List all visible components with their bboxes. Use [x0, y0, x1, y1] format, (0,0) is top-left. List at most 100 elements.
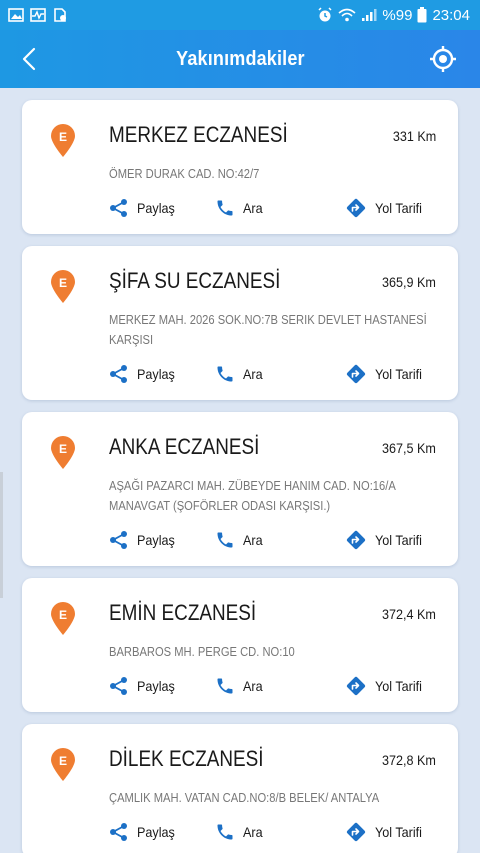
directions-icon	[346, 364, 366, 384]
share-button[interactable]: Paylaş	[109, 674, 179, 698]
pharmacy-distance: 372,8 Km	[382, 752, 436, 768]
edge-panel-handle[interactable]	[0, 472, 3, 598]
share-icon	[110, 531, 127, 549]
pharmacy-name: DİLEK ECZANESİ	[109, 746, 264, 771]
pharmacy-list: E MERKEZ ECZANESİ 331 Km ÖMER DURAK CAD.…	[22, 100, 458, 853]
directions-label: Yol Tarifi	[375, 366, 422, 382]
svg-text:E: E	[59, 276, 67, 290]
share-button[interactable]: Paylaş	[109, 196, 179, 220]
svg-text:E: E	[59, 754, 67, 768]
file-icon	[54, 8, 66, 22]
directions-label: Yol Tarifi	[375, 200, 422, 216]
directions-button[interactable]: Yol Tarifi	[345, 362, 427, 386]
phone-icon	[217, 824, 233, 840]
pharmacy-address: AŞAĞI PAZARCI MAH. ZÜBEYDE HANIM CAD. NO…	[109, 478, 396, 513]
call-label: Ara	[243, 532, 263, 548]
pharmacy-card[interactable]: E EMİN ECZANESİ 372,4 Km BARBAROS MH. PE…	[22, 578, 458, 712]
pharmacy-pin-icon: E	[51, 270, 75, 303]
pharmacy-pin-icon: E	[51, 748, 75, 781]
wifi-icon	[338, 8, 356, 22]
locate-button[interactable]	[426, 42, 460, 76]
directions-label: Yol Tarifi	[375, 824, 422, 840]
share-label: Paylaş	[137, 532, 175, 548]
card-actions: Paylaş Ara Yol Tarifi	[109, 674, 440, 698]
status-bar: %99 23:04	[0, 0, 480, 30]
card-actions: Paylaş Ara Yol Tarifi	[109, 196, 440, 220]
directions-icon	[346, 676, 366, 696]
crosshair-icon	[430, 46, 456, 72]
chevron-left-icon	[22, 47, 36, 71]
call-button[interactable]: Ara	[215, 196, 265, 220]
share-icon	[110, 677, 127, 695]
pharmacy-address: MERKEZ MAH. 2026 SOK.NO:7B SERIK DEVLET …	[109, 312, 427, 347]
pharmacy-address: ÖMER DURAK CAD. NO:42/7	[109, 166, 260, 181]
back-button[interactable]	[14, 42, 44, 76]
pharmacy-distance: 367,5 Km	[382, 440, 436, 456]
directions-icon	[346, 530, 366, 550]
card-actions: Paylaş Ara Yol Tarifi	[109, 528, 440, 552]
pharmacy-name: ANKA ECZANESİ	[109, 434, 260, 459]
share-icon	[110, 365, 127, 383]
pharmacy-address: ÇAMLIK MAH. VATAN CAD.NO:8/B BELEK/ ANTA…	[109, 790, 380, 805]
svg-text:E: E	[59, 130, 67, 144]
pharmacy-name: EMİN ECZANESİ	[109, 600, 257, 625]
directions-label: Yol Tarifi	[375, 678, 422, 694]
clock: 23:04	[432, 6, 470, 24]
pharmacy-distance: 331 Km	[392, 128, 436, 144]
share-button[interactable]: Paylaş	[109, 362, 179, 386]
battery-percent: %99	[382, 6, 413, 24]
directions-label: Yol Tarifi	[375, 532, 422, 548]
status-right: %99 23:04	[317, 7, 470, 24]
page-title: Yakınımdakiler	[175, 47, 305, 70]
share-label: Paylaş	[137, 824, 175, 840]
share-label: Paylaş	[137, 200, 175, 216]
pharmacy-pin-icon: E	[51, 124, 75, 157]
svg-text:E: E	[59, 608, 67, 622]
phone-icon	[217, 366, 233, 382]
call-button[interactable]: Ara	[215, 674, 265, 698]
pharmacy-card[interactable]: E MERKEZ ECZANESİ 331 Km ÖMER DURAK CAD.…	[22, 100, 458, 234]
call-button[interactable]: Ara	[215, 820, 265, 844]
directions-button[interactable]: Yol Tarifi	[345, 196, 427, 220]
call-button[interactable]: Ara	[215, 528, 265, 552]
call-label: Ara	[243, 824, 263, 840]
pharmacy-address: BARBAROS MH. PERGE CD. NO:10	[109, 644, 295, 659]
activity-icon	[30, 8, 46, 22]
alarm-icon	[318, 7, 332, 22]
share-label: Paylaş	[137, 366, 175, 382]
pharmacy-card[interactable]: E DİLEK ECZANESİ 372,8 Km ÇAMLIK MAH. VA…	[22, 724, 458, 853]
directions-button[interactable]: Yol Tarifi	[345, 820, 427, 844]
call-label: Ara	[243, 678, 263, 694]
share-button[interactable]: Paylaş	[109, 820, 179, 844]
pharmacy-distance: 372,4 Km	[382, 606, 436, 622]
card-actions: Paylaş Ara Yol Tarifi	[109, 820, 440, 844]
share-icon	[110, 199, 127, 217]
signal-icon	[362, 9, 377, 21]
pharmacy-pin-icon: E	[51, 436, 75, 469]
image-icon	[8, 8, 24, 22]
directions-button[interactable]: Yol Tarifi	[345, 674, 427, 698]
pharmacy-card[interactable]: E ANKA ECZANESİ 367,5 Km AŞAĞI PAZARCI M…	[22, 412, 458, 566]
app-bar: Yakınımdakiler	[0, 30, 480, 88]
pharmacy-pin-icon: E	[51, 602, 75, 635]
share-label: Paylaş	[137, 678, 175, 694]
svg-text:E: E	[59, 442, 67, 456]
pharmacy-name: MERKEZ ECZANESİ	[109, 122, 288, 147]
share-button[interactable]: Paylaş	[109, 528, 179, 552]
call-label: Ara	[243, 366, 263, 382]
card-actions: Paylaş Ara Yol Tarifi	[109, 362, 440, 386]
directions-icon	[346, 198, 366, 218]
pharmacy-name: ŞİFA SU ECZANESİ	[109, 268, 281, 293]
status-left-icons	[8, 8, 68, 22]
phone-icon	[217, 532, 233, 548]
pharmacy-card[interactable]: E ŞİFA SU ECZANESİ 365,9 Km MERKEZ MAH. …	[22, 246, 458, 400]
pharmacy-distance: 365,9 Km	[382, 274, 436, 290]
share-icon	[110, 823, 127, 841]
directions-icon	[346, 822, 366, 842]
call-button[interactable]: Ara	[215, 362, 265, 386]
phone-icon	[217, 200, 233, 216]
call-label: Ara	[243, 200, 263, 216]
directions-button[interactable]: Yol Tarifi	[345, 528, 427, 552]
battery-icon	[417, 7, 427, 23]
phone-icon	[217, 678, 233, 694]
